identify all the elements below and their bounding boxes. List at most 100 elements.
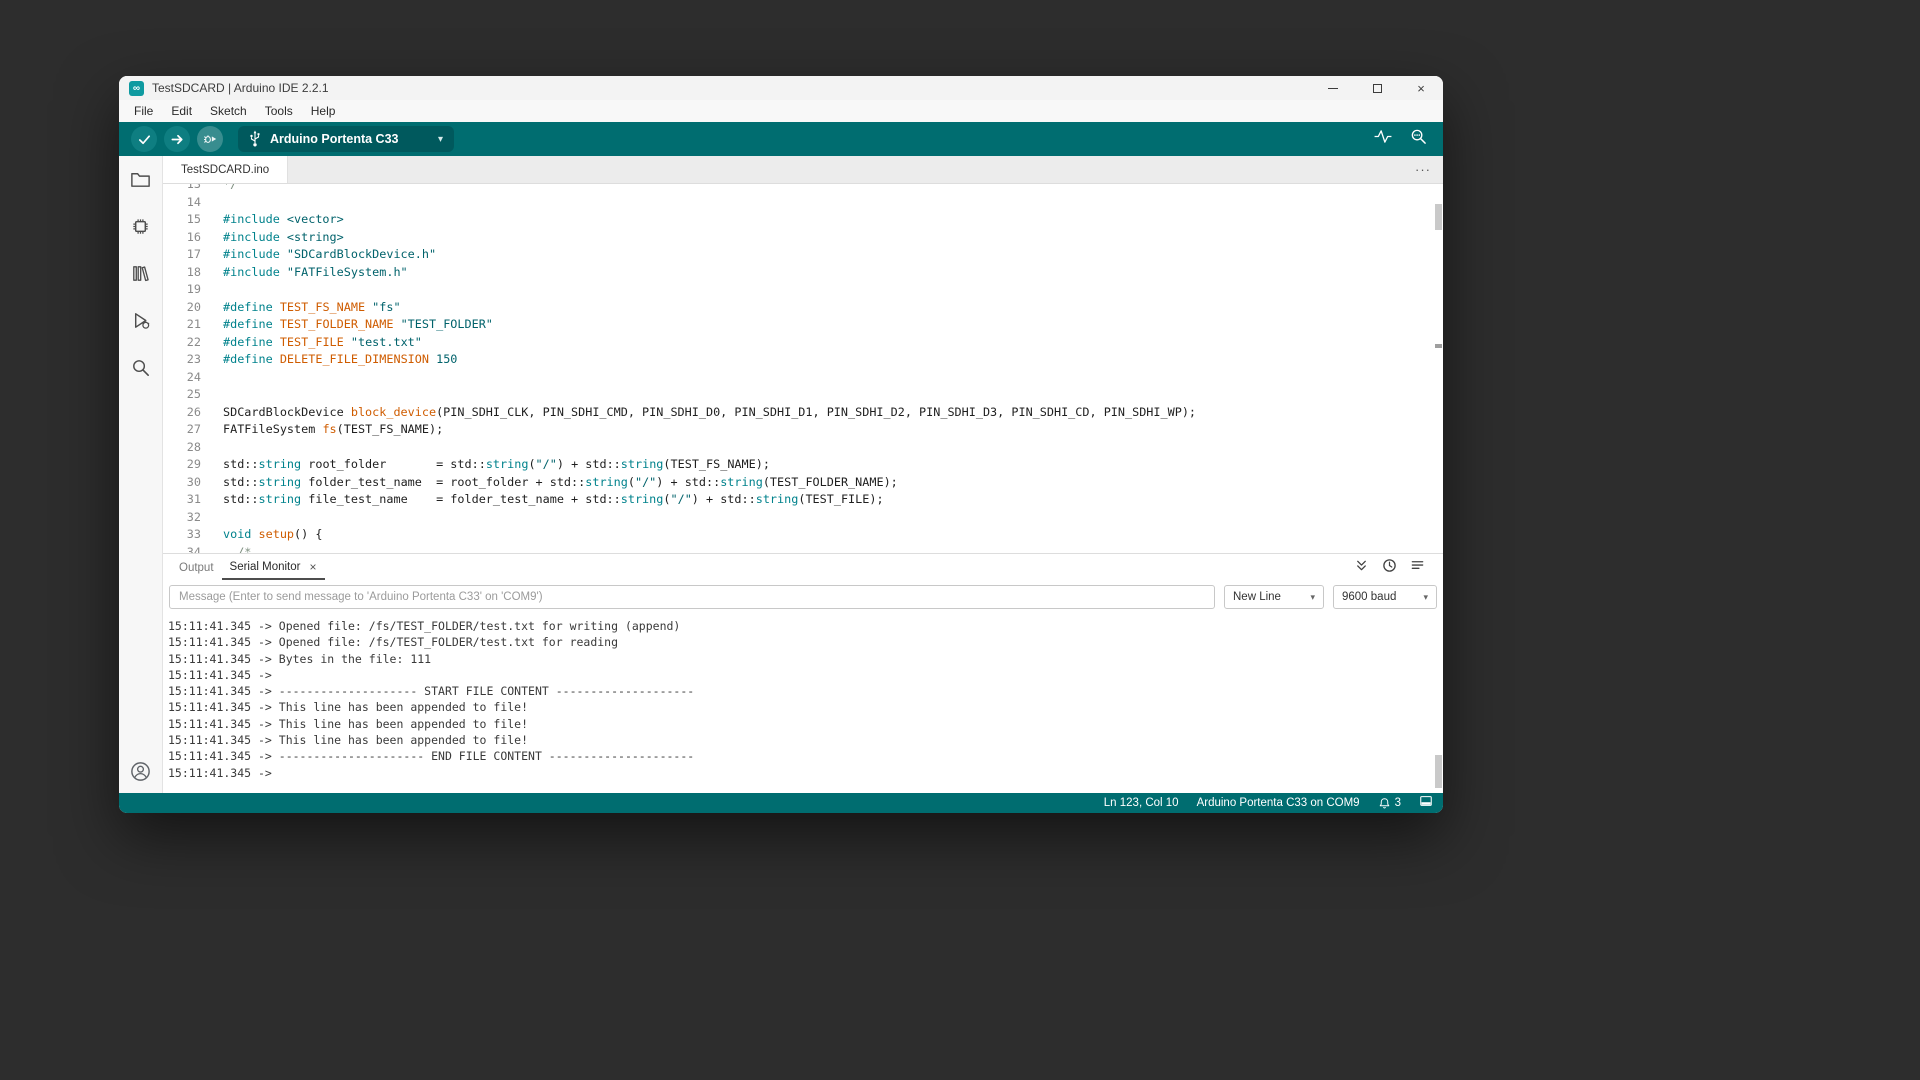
cursor-position[interactable]: Ln 123, Col 10	[1104, 797, 1179, 809]
toolbar: Arduino Portenta C33 ▾	[119, 122, 1443, 156]
board-connection-status[interactable]: Arduino Portenta C33 on COM9	[1197, 797, 1360, 809]
baud-rate-value: 9600 baud	[1342, 591, 1397, 603]
code-text: FATFileSystem fs(TEST_FS_NAME);	[223, 422, 444, 436]
clear-output-button[interactable]	[1410, 558, 1425, 578]
serial-line: 15:11:41.345 -> This line has been appen…	[168, 716, 529, 731]
chevron-down-icon: ▾	[1423, 591, 1428, 602]
line-number: 14	[186, 194, 201, 209]
code-line: 22 #define TEST_FILE "test.txt"	[163, 334, 1443, 352]
sidebar-item-account[interactable]	[119, 749, 163, 793]
serial-monitor-icon	[1411, 129, 1426, 144]
sidebar-item-boards-manager[interactable]	[119, 203, 163, 250]
line-number: 18	[186, 264, 201, 279]
notifications-button[interactable]: 3	[1378, 797, 1401, 810]
line-number: 21	[186, 317, 201, 331]
minimize-button[interactable]	[1311, 76, 1355, 100]
line-number: 17	[186, 247, 201, 261]
sidebar-item-debug[interactable]	[119, 297, 163, 344]
scroll-to-bottom-button[interactable]	[1354, 558, 1369, 578]
serial-monitor-button[interactable]	[1410, 128, 1427, 150]
code-text: /*	[223, 544, 252, 554]
code-line: 31 std::string file_test_name = folder_te…	[163, 491, 1443, 509]
serial-output: 15:11:41.345 -> Opened file: /fs/TEST_FO…	[168, 618, 1443, 781]
line-number: 29	[186, 457, 201, 471]
menu-file[interactable]: File	[125, 102, 162, 120]
clock-icon	[1383, 558, 1396, 572]
code-text: #define TEST_FOLDER_NAME "TEST_FOLDER"	[223, 317, 493, 331]
code-line: 34 /*	[163, 544, 1443, 554]
code-text: #include <string>	[223, 229, 344, 244]
menu-sketch[interactable]: Sketch	[201, 102, 256, 120]
toolbar-right	[1373, 128, 1431, 150]
chevron-down-icon: ▾	[1310, 591, 1315, 602]
menu-help[interactable]: Help	[302, 102, 345, 120]
code-text: #include "FATFileSystem.h"	[223, 264, 408, 279]
serial-line: 15:11:41.345 -> -------------------- STA…	[168, 684, 695, 699]
editor-more-actions[interactable]: ···	[1415, 156, 1443, 183]
sidebar-item-library-manager[interactable]	[119, 250, 163, 297]
line-number: 30	[186, 474, 201, 489]
verify-button[interactable]	[131, 126, 157, 152]
close-icon: ×	[1417, 80, 1425, 96]
usb-icon	[250, 130, 260, 147]
code-line: 15 #include <vector>	[163, 211, 1443, 229]
tab-output[interactable]: Output	[171, 557, 222, 579]
editor-scrollbar-thumb[interactable]	[1435, 204, 1442, 230]
line-number: 15	[186, 212, 201, 226]
code-line: 20 #define TEST_FS_NAME "fs"	[163, 299, 1443, 317]
tab-serial-monitor-label: Serial Monitor	[229, 560, 301, 573]
toggle-timestamp-button[interactable]	[1382, 558, 1397, 578]
serial-scrollbar-thumb[interactable]	[1435, 755, 1442, 788]
board-selector[interactable]: Arduino Portenta C33 ▾	[238, 126, 454, 152]
baud-rate-select[interactable]: 9600 baud ▾	[1333, 585, 1437, 609]
line-number: 32	[186, 509, 201, 524]
board-selector-label: Arduino Portenta C33	[270, 132, 399, 146]
sidebar-item-sketchbook[interactable]	[119, 156, 163, 203]
line-number: 33	[186, 527, 201, 541]
clear-lines-icon	[1411, 560, 1424, 569]
tab-label: TestSDCARD.ino	[181, 163, 270, 176]
menu-tools[interactable]: Tools	[256, 102, 302, 120]
code-text: std::string file_test_name = folder_test…	[223, 492, 884, 506]
code-text: */	[223, 184, 238, 191]
line-ending-value: New Line	[1233, 591, 1281, 603]
debug-button[interactable]	[197, 126, 223, 152]
serial-line: 15:11:41.345 -> This line has been appen…	[168, 733, 529, 748]
code-line: 14	[163, 194, 1443, 212]
window-title: TestSDCARD | Arduino IDE 2.2.1	[152, 81, 329, 95]
double-chevron-down-icon	[1357, 560, 1366, 570]
code-text: std::string root_folder = std::string("/…	[223, 457, 770, 471]
line-number: 27	[186, 422, 201, 436]
code-editor[interactable]: 13 */ 14 15 #include <vector> 16 #include <str…	[163, 184, 1443, 553]
code-lines: 13 */ 14 15 #include <vector> 16 #include <str…	[163, 184, 1443, 553]
upload-button[interactable]	[164, 126, 190, 152]
debug-play-icon	[134, 313, 150, 329]
code-line: 32	[163, 509, 1443, 527]
tab-serial-monitor[interactable]: Serial Monitor ×	[221, 556, 325, 580]
editor-scrollbar-marker	[1435, 344, 1442, 348]
code-line: 27 FATFileSystem fs(TEST_FS_NAME);	[163, 421, 1443, 439]
line-ending-select[interactable]: New Line ▾	[1224, 585, 1324, 609]
code-line: 17 #include "SDCardBlockDevice.h"	[163, 246, 1443, 264]
panel-toggle-icon	[1420, 795, 1432, 806]
sidebar-item-search[interactable]	[119, 344, 163, 391]
maximize-button[interactable]	[1355, 76, 1399, 100]
code-line: 24	[163, 369, 1443, 387]
serial-message-input[interactable]	[169, 585, 1215, 609]
books-icon	[133, 266, 149, 282]
editor-tabbar: TestSDCARD.ino ···	[163, 156, 1443, 184]
serial-output-area[interactable]: 15:11:41.345 -> Opened file: /fs/TEST_FO…	[163, 613, 1443, 793]
titlebar: ∞ TestSDCARD | Arduino IDE 2.2.1 ×	[119, 76, 1443, 100]
serial-plotter-button[interactable]	[1373, 129, 1393, 149]
serial-line: 15:11:41.345 -> This line has been appen…	[168, 700, 529, 715]
close-serial-monitor-icon[interactable]: ×	[309, 561, 316, 573]
toggle-panel-button[interactable]	[1419, 794, 1433, 813]
notification-count: 3	[1394, 797, 1401, 809]
tab-testsdcard-ino[interactable]: TestSDCARD.ino	[163, 156, 289, 183]
serial-line: 15:11:41.345 -> Opened file: /fs/TEST_FO…	[168, 619, 681, 633]
close-button[interactable]: ×	[1399, 76, 1443, 100]
line-number: 13	[186, 184, 201, 191]
line-number: 24	[186, 369, 201, 384]
menu-edit[interactable]: Edit	[162, 102, 201, 120]
bottom-panel: Output Serial Monitor × Message (Enter t…	[163, 553, 1443, 793]
